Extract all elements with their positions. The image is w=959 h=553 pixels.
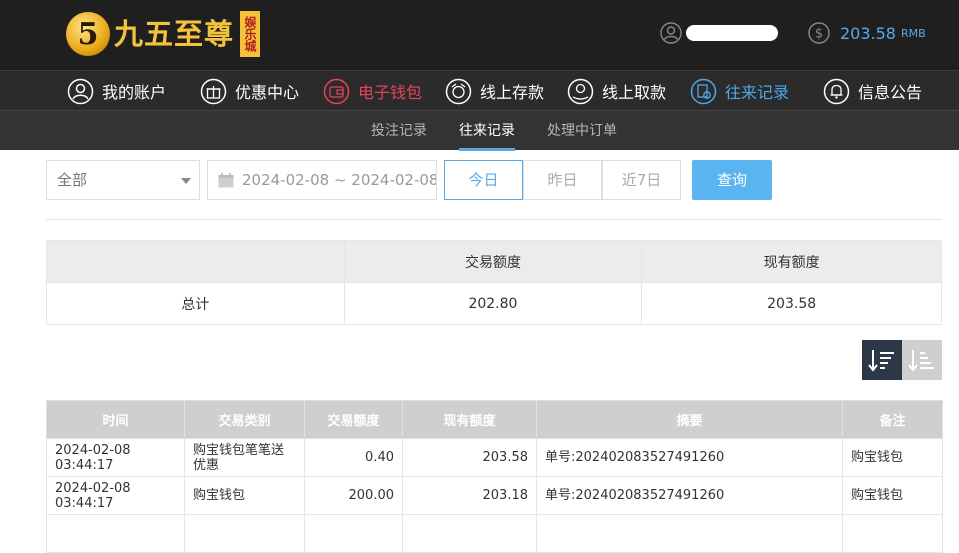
table-row: 2024-02-08 03:44:17 购宝钱包笔笔送优惠 0.40 203.5… (46, 438, 943, 477)
calendar-icon (218, 173, 234, 188)
col-header-remark[interactable]: 备注 (842, 400, 943, 439)
last-7-days-button[interactable]: 近7日 (602, 160, 681, 200)
nav-item-announcements[interactable]: 信息公告 (823, 77, 922, 105)
records-icon (690, 78, 717, 104)
gift-icon (200, 78, 227, 104)
brand-logo[interactable]: 5 九五至尊 娱乐城 (66, 8, 261, 60)
nav-label: 线上取款 (602, 83, 667, 102)
sub-nav: 投注记录 往来记录 处理中订单 (0, 110, 959, 151)
balance-area: $ 203.58 RMB (808, 20, 926, 46)
tab-pending-orders[interactable]: 处理中订单 (547, 111, 617, 151)
cell-empty (842, 514, 943, 553)
cell-summary: 单号:202402083527491260 (536, 476, 843, 515)
nav-label: 线上存款 (480, 83, 545, 102)
records-header-row: 时间 交易类别 交易额度 现有额度 摘要 备注 (46, 400, 943, 439)
summary-header-amount: 交易额度 (343, 240, 643, 283)
user-icon (660, 22, 682, 44)
nav-label: 电子钱包 (358, 83, 423, 102)
summary-total-amount: 202.80 (343, 282, 643, 325)
cell-balance: 203.18 (402, 476, 537, 515)
cell-empty (536, 514, 843, 553)
nav-item-wallet[interactable]: 电子钱包 (323, 77, 422, 105)
nav-item-account[interactable]: 我的账户 (67, 77, 166, 105)
sort-ascending-button[interactable] (902, 340, 942, 380)
cell-empty (304, 514, 403, 553)
summary-total-label: 总计 (46, 282, 345, 325)
balance-currency: RMB (900, 26, 926, 40)
cell-balance: 203.58 (402, 438, 537, 477)
brand-name: 九五至尊 (114, 16, 235, 51)
svg-text:$: $ (815, 27, 823, 42)
table-row (46, 514, 943, 553)
tab-transaction-records[interactable]: 往来记录 (459, 111, 515, 151)
withdraw-icon (567, 78, 594, 104)
dollar-icon: $ (808, 22, 830, 44)
sort-descending-button[interactable] (862, 340, 902, 380)
type-select-value: 全部 (57, 171, 88, 189)
summary-total-balance: 203.58 (641, 282, 942, 325)
nav-item-promotions[interactable]: 优惠中心 (200, 77, 299, 105)
sort-ascending-icon (908, 350, 934, 372)
nav-label: 优惠中心 (235, 83, 300, 102)
nav-item-records[interactable]: 往来记录 (690, 77, 789, 105)
nav-label: 往来记录 (725, 83, 790, 102)
logo-badge: 5 (66, 12, 110, 56)
bell-icon (823, 78, 850, 104)
today-button[interactable]: 今日 (444, 160, 523, 200)
col-header-summary[interactable]: 摘要 (536, 400, 843, 439)
nav-item-withdraw[interactable]: 线上取款 (567, 77, 666, 105)
user-area[interactable] (660, 20, 778, 46)
cell-remark: 购宝钱包 (842, 476, 943, 515)
divider (46, 219, 942, 220)
cell-type: 购宝钱包笔笔送优惠 (184, 438, 305, 477)
date-range-value: 2024-02-08 ~ 2024-02-08 (242, 171, 437, 189)
col-header-balance[interactable]: 现有额度 (402, 400, 537, 439)
sort-descending-icon (868, 350, 894, 372)
cell-empty (402, 514, 537, 553)
nav-item-deposit[interactable]: 线上存款 (445, 77, 544, 105)
nav-label: 信息公告 (858, 83, 923, 102)
type-select[interactable]: 全部 (46, 160, 200, 200)
nav-label: 我的账户 (102, 83, 167, 102)
table-row: 2024-02-08 03:44:17 购宝钱包 200.00 203.18 单… (46, 476, 943, 515)
summary-header-balance: 现有额度 (641, 240, 942, 283)
chevron-down-icon (181, 178, 191, 184)
cell-amount: 200.00 (304, 476, 403, 515)
username-redacted (686, 25, 778, 41)
cell-type: 购宝钱包 (184, 476, 305, 515)
deposit-icon (445, 78, 472, 104)
main-nav: 我的账户 优惠中心 电子钱包 线上存款 线上取款 往来记录 信息公告 (0, 70, 959, 110)
col-header-type[interactable]: 交易类别 (184, 400, 305, 439)
cell-empty (46, 514, 185, 553)
summary-header-blank (46, 240, 345, 283)
cell-remark: 购宝钱包 (842, 438, 943, 477)
brand-tag: 娱乐城 (240, 11, 261, 57)
wallet-icon (323, 78, 350, 104)
cell-time: 2024-02-08 03:44:17 (46, 476, 185, 515)
cell-time: 2024-02-08 03:44:17 (46, 438, 185, 477)
col-header-amount[interactable]: 交易额度 (304, 400, 403, 439)
tab-bet-records[interactable]: 投注记录 (371, 111, 427, 151)
query-button[interactable]: 查询 (692, 160, 772, 200)
user-icon (67, 78, 94, 104)
records-table: 时间 交易类别 交易额度 现有额度 摘要 备注 2024-02-08 03:44… (46, 400, 943, 553)
balance-amount: 203.58 (840, 23, 896, 43)
yesterday-button[interactable]: 昨日 (523, 160, 602, 200)
cell-empty (184, 514, 305, 553)
col-header-time[interactable]: 时间 (46, 400, 185, 439)
top-bar: 5 九五至尊 娱乐城 $ 203.58 RMB (0, 0, 959, 70)
cell-summary: 单号:20240208352749126​0 (536, 438, 843, 477)
summary-table: 交易额度 现有额度 总计 202.80 203.58 (46, 240, 942, 325)
date-range-input[interactable]: 2024-02-08 ~ 2024-02-08 (207, 160, 437, 200)
cell-amount: 0.40 (304, 438, 403, 477)
